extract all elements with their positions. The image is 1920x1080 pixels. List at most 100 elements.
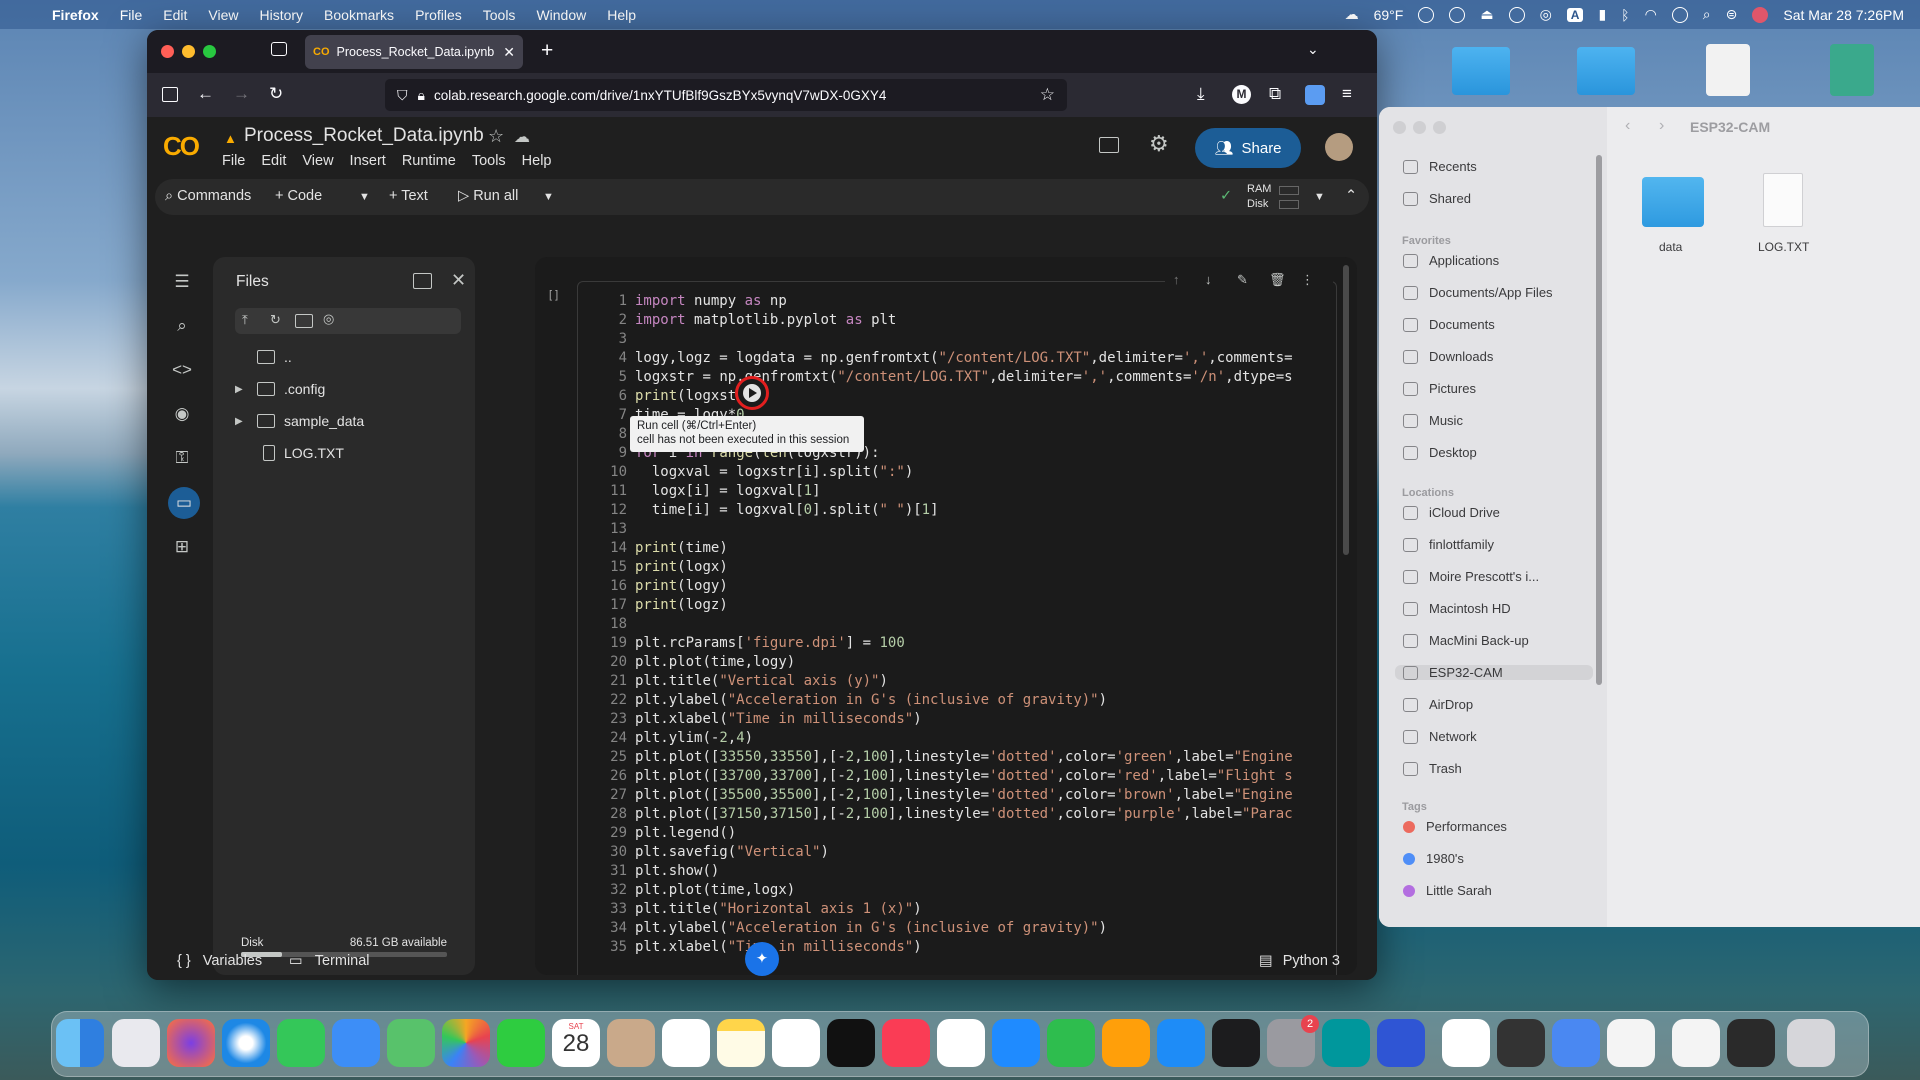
finder-sidebar-item[interactable]: ESP32-CAM xyxy=(1395,665,1593,680)
code-line[interactable]: 29 plt.legend() xyxy=(593,824,1293,843)
run-cell-button[interactable] xyxy=(735,376,769,410)
file-row[interactable]: .. xyxy=(257,349,292,365)
desktop-folder-icon[interactable] xyxy=(1577,47,1635,95)
colab-menu-insert[interactable]: Insert xyxy=(350,153,386,169)
code-snippets-icon[interactable]: <> xyxy=(171,360,193,382)
delete-cell-icon[interactable]: 🗑︎ xyxy=(1269,272,1286,288)
tab-list-chevron-icon[interactable]: ⌄ xyxy=(1307,41,1319,58)
code-line[interactable]: 33 plt.title("Horizontal axis 1 (x)") xyxy=(593,900,1293,919)
maps-dock-icon[interactable] xyxy=(387,1019,435,1067)
new-tab-button[interactable]: + xyxy=(541,39,553,63)
finder-sidebar-item[interactable]: Trash xyxy=(1403,761,1593,776)
finder-sidebar-tag[interactable]: Little Sarah xyxy=(1403,883,1593,898)
code-line[interactable]: 34 plt.ylabel("Acceleration in G's (inclu… xyxy=(593,919,1293,938)
finder-sidebar-item[interactable]: Documents xyxy=(1403,317,1593,332)
code-line[interactable]: 14 print(time) xyxy=(593,539,1293,558)
launchpad-dock-icon[interactable] xyxy=(112,1019,160,1067)
desktop-document-icon[interactable] xyxy=(1706,44,1750,96)
data-table-icon[interactable]: ⊞ xyxy=(171,537,193,559)
finder-close-button[interactable] xyxy=(1393,121,1406,134)
downloads-stack-icon[interactable] xyxy=(1672,1019,1720,1067)
app-dock-icon[interactable] xyxy=(1552,1019,1600,1067)
finder-sidebar-tag[interactable]: Performances xyxy=(1403,819,1593,834)
wifi-icon[interactable]: ◠ xyxy=(1645,6,1657,23)
find-replace-icon[interactable]: ⌕ xyxy=(171,316,193,338)
apple-tv-dock-icon[interactable] xyxy=(827,1019,875,1067)
system-settings-dock-icon[interactable]: 2 xyxy=(1267,1015,1319,1067)
colab-menu-view[interactable]: View xyxy=(302,153,333,169)
commands-button[interactable]: ⌕ Commands xyxy=(165,188,251,204)
finder-sidebar-item[interactable]: Music xyxy=(1403,413,1593,428)
freeform-dock-icon[interactable] xyxy=(772,1019,820,1067)
table-of-contents-icon[interactable]: ☰ xyxy=(171,272,193,294)
move-cell-down-icon[interactable]: ↓ xyxy=(1205,272,1212,287)
code-line[interactable]: 25 plt.plot([33550,33550],[-2,100],linest… xyxy=(593,748,1293,767)
code-line[interactable]: 21 plt.title("Vertical axis (y)") xyxy=(593,672,1293,691)
finder-back-chevron-icon[interactable]: ‹ xyxy=(1625,117,1630,135)
notebook-title[interactable]: Process_Rocket_Data.ipynb xyxy=(244,125,484,147)
menubar-clock[interactable]: Sat Mar 28 7:26PM xyxy=(1783,7,1904,23)
profile-avatar[interactable]: M xyxy=(1232,85,1251,104)
desktop-app-icon[interactable] xyxy=(1830,44,1874,96)
code-line[interactable]: 11 logx[i] = logxval[1] xyxy=(593,482,1293,501)
media-play-icon[interactable] xyxy=(1418,6,1435,23)
tab-overview-icon[interactable] xyxy=(271,42,287,56)
add-text-button[interactable]: + Text xyxy=(389,188,428,204)
pages-dock-icon[interactable] xyxy=(1102,1019,1150,1067)
code-line[interactable]: 19 plt.rcParams['figure.dpi'] = 100 xyxy=(593,634,1293,653)
downloads-icon[interactable]: ⤓ xyxy=(1197,84,1205,104)
ram-meter[interactable] xyxy=(1279,186,1299,195)
terminal-dock-icon[interactable] xyxy=(1212,1019,1260,1067)
run-all-button[interactable]: ▷ Run all xyxy=(458,188,518,204)
finder-sidebar-item[interactable]: Downloads xyxy=(1403,349,1593,364)
app-menu-icon[interactable]: ≡ xyxy=(1342,84,1352,104)
url-bar[interactable]: ⛉ 🔒︎ colab.research.google.com/drive/1nx… xyxy=(385,79,1067,111)
finder-file-name[interactable]: LOG.TXT xyxy=(1758,240,1809,254)
colab-menu-help[interactable]: Help xyxy=(522,153,552,169)
finder-sidebar-item[interactable]: iCloud Drive xyxy=(1403,505,1593,520)
photos-dock-icon[interactable] xyxy=(442,1019,490,1067)
extensions-icon[interactable]: ⧉ xyxy=(1269,84,1281,104)
code-line[interactable]: 26 plt.plot([33700,33700],[-2,100],linest… xyxy=(593,767,1293,786)
comments-icon[interactable] xyxy=(1099,137,1119,153)
finder-file-name[interactable]: data xyxy=(1659,240,1682,254)
finder-sidebar-item[interactable]: Recents xyxy=(1403,159,1593,174)
code-line[interactable]: 28 plt.plot([37150,37150],[-2,100],linest… xyxy=(593,805,1293,824)
close-window-button[interactable] xyxy=(161,45,174,58)
reminders-dock-icon[interactable] xyxy=(662,1019,710,1067)
menubar-app-name[interactable]: Firefox xyxy=(52,7,99,23)
colab-menu-file[interactable]: File xyxy=(222,153,245,169)
browser-tab-active[interactable]: CO Process_Rocket_Data.ipynb - C ✕ xyxy=(305,35,523,69)
finder-sidebar-item[interactable]: Moire Prescott's i... xyxy=(1403,569,1593,584)
disk-label[interactable]: Disk xyxy=(1247,198,1268,210)
run-all-dropdown-chevron-icon[interactable]: ▼ xyxy=(543,191,554,203)
code-line[interactable]: 22 plt.ylabel("Acceleration in G's (inclu… xyxy=(593,691,1293,710)
finder-sidebar-scrollbar[interactable] xyxy=(1596,155,1602,685)
menubar-item-edit[interactable]: Edit xyxy=(163,7,187,23)
back-arrow-icon[interactable]: ← xyxy=(197,84,214,104)
firefox-dock-icon[interactable] xyxy=(167,1019,215,1067)
eject-icon[interactable]: ⏏ xyxy=(1480,6,1493,23)
share-button[interactable]: 👥︎ Share xyxy=(1195,128,1301,168)
code-line[interactable]: 16 print(logy) xyxy=(593,577,1293,596)
expand-chevron-icon[interactable]: ▶ xyxy=(235,384,248,395)
weather-icon[interactable]: ☁ xyxy=(1345,6,1359,23)
music-dock-icon[interactable] xyxy=(882,1019,930,1067)
menubar-item-profiles[interactable]: Profiles xyxy=(415,7,462,23)
finder-sidebar-item[interactable]: Pictures xyxy=(1403,381,1593,396)
finder-forward-chevron-icon[interactable]: › xyxy=(1659,117,1664,135)
colab-menu-edit[interactable]: Edit xyxy=(261,153,286,169)
menubar-item-history[interactable]: History xyxy=(259,7,303,23)
code-line[interactable]: 2 import matplotlib.pyplot as plt xyxy=(593,311,1293,330)
menubar-item-view[interactable]: View xyxy=(208,7,238,23)
lock-icon[interactable]: 🔒︎ xyxy=(418,87,425,104)
finder-dock-icon[interactable] xyxy=(56,1019,104,1067)
finder-sidebar-item[interactable]: Network xyxy=(1403,729,1593,744)
ram-label[interactable]: RAM xyxy=(1247,183,1271,195)
settings-gear-icon[interactable]: ⚙ xyxy=(1149,131,1169,157)
code-line[interactable]: 32 plt.plot(time,logx) xyxy=(593,881,1293,900)
bluetooth-icon[interactable]: ᛒ xyxy=(1621,7,1629,23)
code-line[interactable]: 1 import numpy as np xyxy=(593,292,1293,311)
code-line[interactable]: 17 print(logz) xyxy=(593,596,1293,615)
app-dock-icon[interactable] xyxy=(1607,1019,1655,1067)
